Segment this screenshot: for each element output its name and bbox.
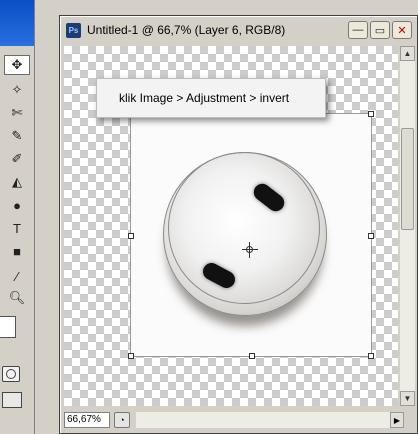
scroll-right-icon[interactable]: ▶ [390, 412, 404, 428]
brush-icon[interactable]: ✎ [4, 126, 30, 146]
document-titlebar[interactable]: Ps Untitled-1 @ 66,7% (Layer 6, RGB/8) —… [62, 18, 415, 42]
photoshop-doc-icon: Ps [66, 22, 81, 38]
magic-wand-icon[interactable]: ✧ [4, 80, 30, 100]
text-tool-icon[interactable]: T [4, 218, 30, 238]
screen-mode-icon[interactable] [2, 392, 22, 408]
instruction-callout: klik Image > Adjustment > invert [96, 78, 326, 118]
transform-handle[interactable] [249, 353, 255, 359]
transform-handle[interactable] [128, 233, 134, 239]
transform-handle[interactable] [368, 233, 374, 239]
transform-handle[interactable] [128, 353, 134, 359]
transform-bounding-box[interactable] [128, 111, 374, 359]
toolbox-titlebar [0, 0, 34, 46]
scroll-up-icon[interactable]: ▲ [400, 46, 415, 61]
toolbox-panel: ✥ ✧ ✄ ✎ ✐ ◭ ● T ■ ⁄ 🔍︎ [0, 0, 35, 434]
scroll-thumb[interactable] [401, 128, 414, 230]
dodge-icon[interactable]: ● [4, 195, 30, 215]
paint-bucket-icon[interactable]: ◭ [4, 172, 30, 192]
vertical-scrollbar[interactable]: ▲ ▼ [400, 46, 415, 406]
minimize-button[interactable]: — [348, 21, 368, 39]
transform-handle[interactable] [368, 111, 374, 117]
document-title: Untitled-1 @ 66,7% (Layer 6, RGB/8) [87, 23, 286, 37]
maximize-button[interactable]: ▭ [370, 21, 390, 39]
zoom-level-field[interactable]: 66,67% [64, 412, 110, 428]
document-window: Ps Untitled-1 @ 66,7% (Layer 6, RGB/8) —… [59, 15, 418, 434]
healing-tool-icon[interactable]: ✄ [4, 103, 30, 123]
horizontal-scrollbar[interactable]: ▶ [136, 412, 404, 428]
scroll-down-icon[interactable]: ▼ [400, 391, 415, 406]
move-tool-icon[interactable]: ✥ [4, 55, 30, 75]
instruction-text: klik Image > Adjustment > invert [119, 91, 290, 105]
history-brush-icon[interactable]: ✐ [4, 149, 30, 169]
status-info-icon[interactable]: ◔ [114, 412, 130, 428]
zoom-tool-icon[interactable]: 🔍︎ [4, 288, 30, 308]
canvas[interactable]: klik Image > Adjustment > invert [64, 46, 398, 406]
eyedropper-icon[interactable]: ⁄ [4, 266, 30, 286]
quick-mask-icon[interactable] [2, 366, 20, 382]
transform-handle[interactable] [368, 353, 374, 359]
shape-tool-icon[interactable]: ■ [4, 241, 30, 261]
close-button[interactable]: ✕ [392, 21, 412, 39]
foreground-color-swatch[interactable] [0, 316, 16, 338]
status-bar: 66,67% ◔ ▶ [64, 411, 404, 429]
